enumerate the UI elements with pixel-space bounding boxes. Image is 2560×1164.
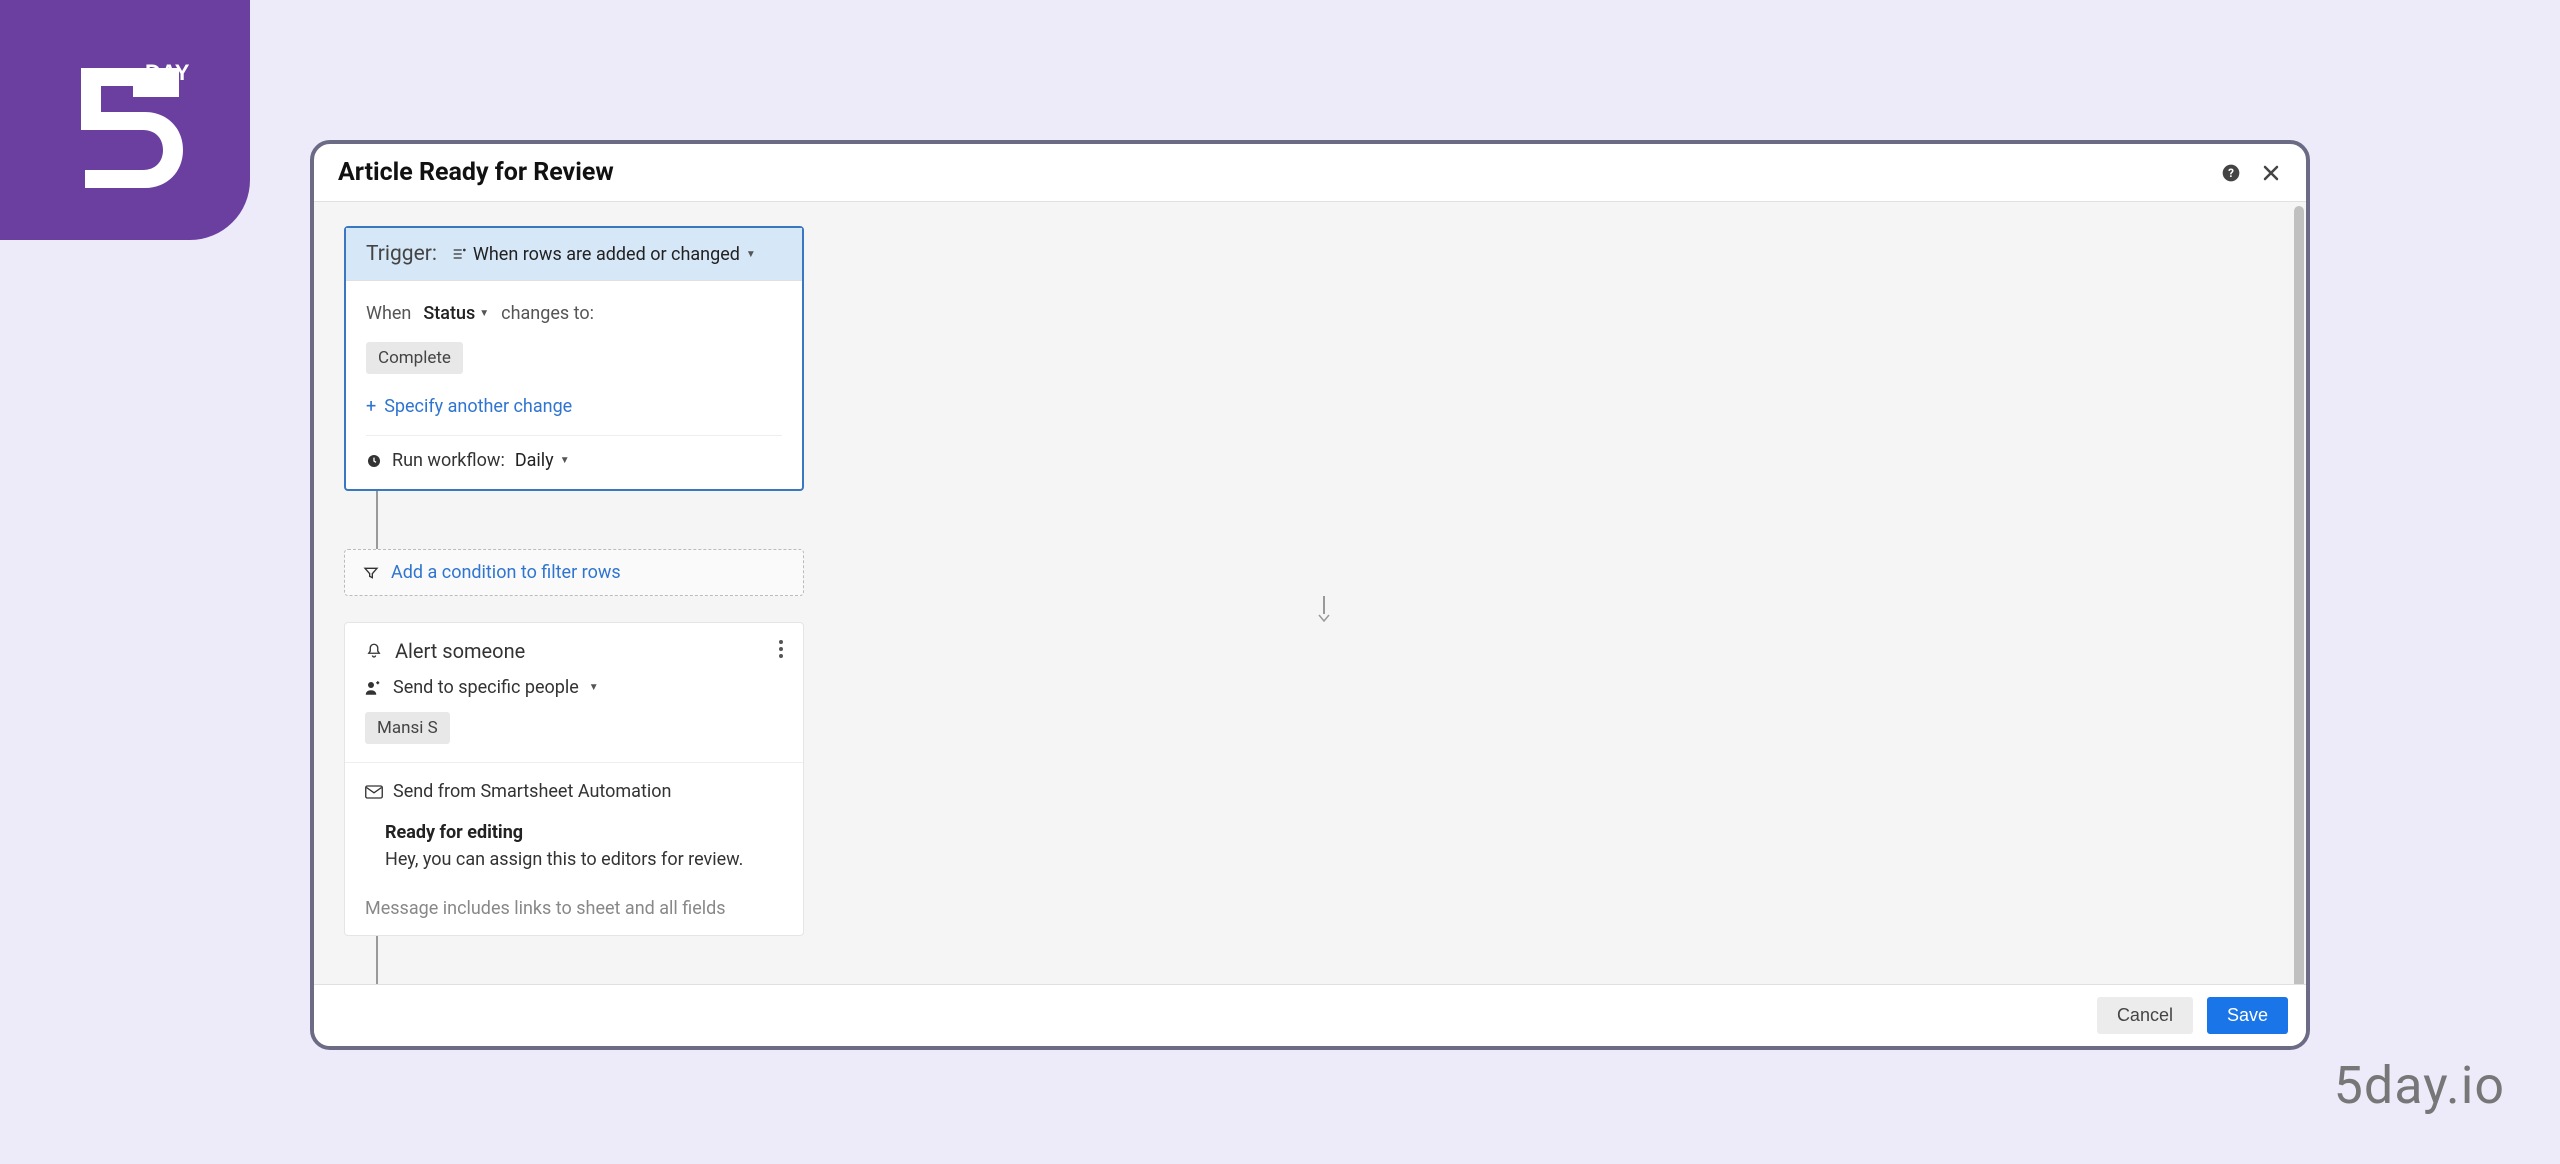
- message-note: Message includes links to sheet and all …: [345, 888, 803, 935]
- send-to-dropdown[interactable]: Send to specific people ▼: [365, 677, 783, 698]
- specify-change-label: Specify another change: [384, 396, 572, 417]
- clock-icon: [366, 453, 382, 469]
- svg-text:?: ?: [2228, 166, 2234, 180]
- scrollbar-vertical[interactable]: [2294, 206, 2304, 984]
- modal-body: Trigger: When rows are added or changed …: [314, 202, 2306, 984]
- footer-url: 5day.io: [2334, 1055, 2505, 1116]
- action-title: Alert someone: [395, 639, 525, 663]
- modal-title[interactable]: Article Ready for Review: [338, 158, 614, 187]
- connector-line: [376, 936, 378, 984]
- send-from-label: Send from Smartsheet Automation: [393, 781, 671, 802]
- cancel-button[interactable]: Cancel: [2097, 997, 2193, 1034]
- message-title: Ready for editing: [385, 822, 783, 843]
- run-workflow-row: Run workflow: Daily ▼: [366, 450, 782, 471]
- trigger-type-dropdown[interactable]: When rows are added or changed ▼: [451, 244, 756, 265]
- changes-to-label: changes to:: [501, 303, 594, 324]
- when-field-value: Status: [423, 303, 475, 324]
- rows-icon: [451, 246, 467, 262]
- when-row: When Status ▼ changes to:: [366, 299, 782, 328]
- save-button[interactable]: Save: [2207, 997, 2288, 1034]
- filter-card[interactable]: Add a condition to filter rows: [344, 549, 804, 596]
- trigger-header: Trigger: When rows are added or changed …: [346, 228, 802, 281]
- frequency-value: Daily: [515, 450, 554, 471]
- connector-line: [376, 491, 378, 549]
- logo-badge: DAY: [0, 0, 250, 240]
- specify-change-link[interactable]: + Specify another change: [366, 396, 782, 417]
- message-preview[interactable]: Ready for editing Hey, you can assign th…: [365, 822, 783, 870]
- connector-arrow: [372, 596, 2276, 622]
- when-label: When: [366, 303, 411, 324]
- chevron-down-icon: ▼: [560, 455, 570, 466]
- workflow-modal: Article Ready for Review ? Trigger: When…: [310, 140, 2310, 1050]
- action-card[interactable]: Alert someone Send to specific people ▼ …: [344, 622, 804, 936]
- trigger-card[interactable]: Trigger: When rows are added or changed …: [344, 226, 804, 491]
- filter-icon: [363, 565, 379, 581]
- run-workflow-label: Run workflow:: [392, 450, 505, 471]
- workflow-flow: Trigger: When rows are added or changed …: [314, 202, 2306, 984]
- send-to-label: Send to specific people: [393, 677, 579, 698]
- trigger-type-label: When rows are added or changed: [473, 244, 740, 265]
- send-from-row[interactable]: Send from Smartsheet Automation: [365, 781, 783, 802]
- message-body: Hey, you can assign this to editors for …: [385, 849, 783, 870]
- recipient-pill[interactable]: Mansi S: [365, 712, 450, 744]
- chevron-down-icon: ▼: [479, 308, 489, 319]
- people-icon: [365, 680, 383, 696]
- mail-icon: [365, 785, 383, 799]
- modal-header: Article Ready for Review ?: [314, 144, 2306, 202]
- add-condition-link[interactable]: Add a condition to filter rows: [391, 562, 621, 583]
- chevron-down-icon: ▼: [589, 682, 599, 693]
- when-field-dropdown[interactable]: Status ▼: [421, 299, 491, 328]
- trigger-label: Trigger:: [366, 242, 437, 266]
- more-vertical-icon[interactable]: [779, 640, 783, 663]
- 5day-logo-icon: DAY: [55, 50, 195, 190]
- chevron-down-icon: ▼: [746, 249, 756, 260]
- help-icon[interactable]: ?: [2220, 162, 2242, 184]
- frequency-dropdown[interactable]: Daily ▼: [515, 450, 570, 471]
- modal-footer: Cancel Save: [314, 984, 2306, 1046]
- trigger-value-pill[interactable]: Complete: [366, 342, 463, 374]
- close-icon[interactable]: [2260, 162, 2282, 184]
- bell-icon: [365, 642, 383, 660]
- plus-icon: +: [366, 396, 376, 417]
